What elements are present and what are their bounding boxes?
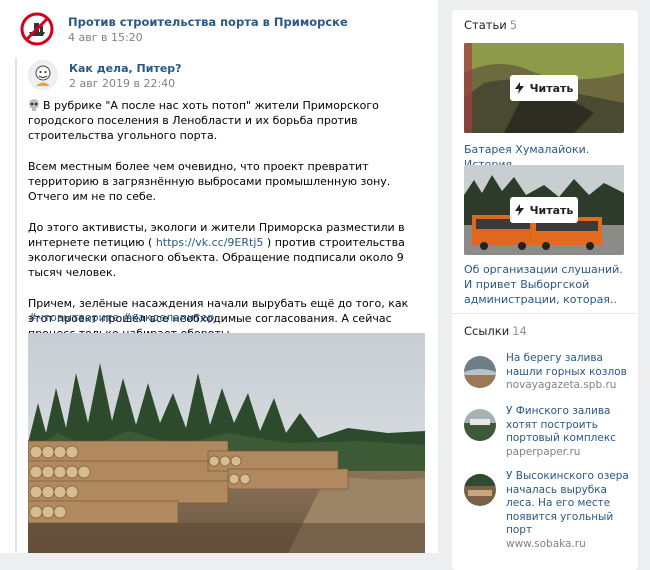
- articles-title: Статьи: [464, 18, 507, 32]
- post-paragraph-text: В рубрике "А после нас хоть потоп" жител…: [28, 99, 379, 142]
- repost-date[interactable]: 2 авг 2019 в 22:40: [69, 77, 175, 90]
- link-item[interactable]: На берегу залива нашли горных козлов nov…: [464, 352, 636, 402]
- skull-emoji-icon: [28, 99, 40, 111]
- read-button-label: Читать: [529, 81, 574, 95]
- link-title: На берегу залива нашли горных козлов: [506, 352, 627, 378]
- articles-header[interactable]: Статьи 5: [464, 18, 517, 32]
- link-thumbnail: [464, 474, 496, 506]
- logging-site-photo: [28, 333, 425, 553]
- links-count: 14: [512, 324, 527, 338]
- article-card[interactable]: Читать: [464, 165, 624, 255]
- article-caption[interactable]: Об организации слушаний. И привет Выборг…: [464, 262, 632, 307]
- article-card[interactable]: Читать: [464, 43, 624, 133]
- post-date[interactable]: 4 авг в 15:20: [68, 31, 143, 44]
- lightning-icon: [514, 204, 524, 216]
- link-domain: paperpaper.ru: [506, 445, 581, 458]
- group-avatar[interactable]: [20, 12, 54, 46]
- post-paragraph: В рубрике "А после нас хоть потоп" жител…: [28, 98, 418, 143]
- repost-author[interactable]: Как дела, Питер?: [69, 62, 182, 75]
- links-title: Ссылки: [464, 324, 510, 338]
- group-sidebar: Статьи 5 Читать Батарея Хумалайоки. Истор…: [452, 10, 638, 570]
- read-button[interactable]: Читать: [510, 75, 578, 101]
- articles-count: 5: [509, 18, 518, 32]
- link-title: У Финского залива хотят построить портов…: [506, 405, 616, 444]
- link-item[interactable]: У Высокинского озера началась вырубка ле…: [464, 470, 636, 550]
- post-paragraph: До этого активисты, экологи и жители При…: [28, 220, 418, 280]
- lightning-icon: [514, 82, 524, 94]
- post-hashtags[interactable]: #чтовытворите #какделапитер: [28, 311, 214, 324]
- repost-avatar[interactable]: [28, 60, 58, 90]
- repost-divider: [15, 58, 17, 553]
- read-button[interactable]: Читать: [510, 197, 578, 223]
- post-paragraph: Всем местным более чем очевидно, что про…: [28, 160, 391, 203]
- link-thumbnail: [464, 409, 496, 441]
- read-button-label: Читать: [529, 203, 574, 217]
- link-title: У Высокинского озера началась вырубка ле…: [506, 470, 629, 536]
- link-thumbnail: [464, 356, 496, 388]
- no-port-logo-icon: [20, 12, 54, 46]
- post-photo[interactable]: [28, 333, 425, 553]
- link-domain: www.sobaka.ru: [506, 537, 586, 550]
- wall-post: Против строительства порта в Приморске 4…: [0, 0, 438, 553]
- links-header[interactable]: Ссылки 14: [464, 324, 527, 338]
- section-divider: [452, 313, 638, 314]
- petition-link[interactable]: https://vk.cc/9ERtj5: [156, 236, 264, 249]
- link-domain: novayagazeta.spb.ru: [506, 379, 617, 391]
- cartoon-face-icon: [29, 61, 57, 89]
- post-author[interactable]: Против строительства порта в Приморске: [68, 15, 348, 29]
- link-item[interactable]: У Финского залива хотят построить портов…: [464, 405, 636, 458]
